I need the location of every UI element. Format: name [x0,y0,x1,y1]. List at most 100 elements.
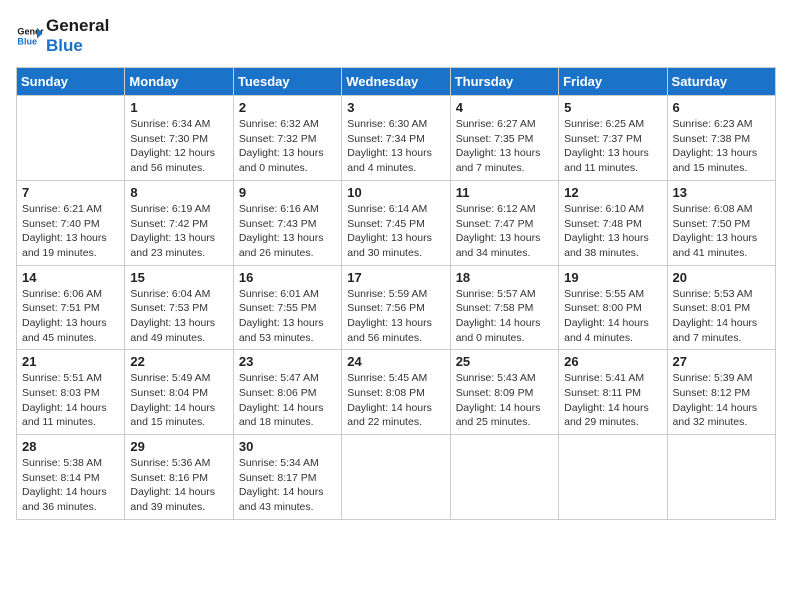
day-number: 20 [673,270,770,285]
calendar-cell: 1 Sunrise: 6:34 AM Sunset: 7:30 PM Daylig… [125,96,233,181]
weekday-header: Thursday [450,68,558,96]
calendar-body: 1 Sunrise: 6:34 AM Sunset: 7:30 PM Daylig… [17,96,776,520]
day-number: 19 [564,270,661,285]
calendar-cell [17,96,125,181]
weekday-header: Saturday [667,68,775,96]
calendar-cell: 14 Sunrise: 6:06 AM Sunset: 7:51 PM Dayli… [17,265,125,350]
day-info: Sunrise: 5:36 AM Sunset: 8:16 PM Dayligh… [130,456,227,515]
day-info: Sunrise: 6:14 AM Sunset: 7:45 PM Dayligh… [347,202,444,261]
calendar-cell: 17Sunrise: 5:59 AM Sunset: 7:56 PM Dayli… [342,265,450,350]
calendar-cell: 30 Sunrise: 5:34 AM Sunset: 8:17 PM Dayli… [233,435,341,520]
day-number: 5 [564,100,661,115]
weekday-header: Friday [559,68,667,96]
day-info: Sunrise: 6:27 AM Sunset: 7:35 PM Dayligh… [456,117,553,176]
day-number: 8 [130,185,227,200]
calendar-cell: 10 Sunrise: 6:14 AM Sunset: 7:45 PM Dayli… [342,180,450,265]
calendar-week-row: 14 Sunrise: 6:06 AM Sunset: 7:51 PM Dayli… [17,265,776,350]
weekday-header: Tuesday [233,68,341,96]
day-info: Sunrise: 5:55 AM Sunset: 8:00 PM Dayligh… [564,287,661,346]
logo: General Blue General Blue [16,16,109,55]
day-number: 4 [456,100,553,115]
day-number: 21 [22,354,119,369]
day-number: 1 [130,100,227,115]
calendar-cell: 15 Sunrise: 6:04 AM Sunset: 7:53 PM Dayli… [125,265,233,350]
calendar-cell: 8Sunrise: 6:19 AM Sunset: 7:42 PM Daylig… [125,180,233,265]
calendar-cell: 29Sunrise: 5:36 AM Sunset: 8:16 PM Dayli… [125,435,233,520]
calendar-week-row: 7 Sunrise: 6:21 AM Sunset: 7:40 PM Daylig… [17,180,776,265]
calendar-cell: 20 Sunrise: 5:53 AM Sunset: 8:01 PM Dayli… [667,265,775,350]
calendar-cell [450,435,558,520]
weekday-header: Monday [125,68,233,96]
calendar-cell: 24 Sunrise: 5:45 AM Sunset: 8:08 PM Dayli… [342,350,450,435]
day-number: 10 [347,185,444,200]
logo-icon: General Blue [16,22,44,50]
day-number: 25 [456,354,553,369]
day-info: Sunrise: 6:21 AM Sunset: 7:40 PM Dayligh… [22,202,119,261]
calendar-cell: 6 Sunrise: 6:23 AM Sunset: 7:38 PM Daylig… [667,96,775,181]
calendar-cell: 11 Sunrise: 6:12 AM Sunset: 7:47 PM Dayli… [450,180,558,265]
day-number: 23 [239,354,336,369]
weekday-header: Wednesday [342,68,450,96]
day-info: Sunrise: 6:32 AM Sunset: 7:32 PM Dayligh… [239,117,336,176]
calendar-cell: 22 Sunrise: 5:49 AM Sunset: 8:04 PM Dayli… [125,350,233,435]
day-number: 24 [347,354,444,369]
day-info: Sunrise: 6:16 AM Sunset: 7:43 PM Dayligh… [239,202,336,261]
calendar-cell [667,435,775,520]
day-info: Sunrise: 5:47 AM Sunset: 8:06 PM Dayligh… [239,371,336,430]
calendar-cell: 5Sunrise: 6:25 AM Sunset: 7:37 PM Daylig… [559,96,667,181]
day-number: 3 [347,100,444,115]
day-info: Sunrise: 6:30 AM Sunset: 7:34 PM Dayligh… [347,117,444,176]
day-number: 11 [456,185,553,200]
calendar-cell: 19 Sunrise: 5:55 AM Sunset: 8:00 PM Dayli… [559,265,667,350]
day-number: 6 [673,100,770,115]
day-info: Sunrise: 6:08 AM Sunset: 7:50 PM Dayligh… [673,202,770,261]
day-info: Sunrise: 6:04 AM Sunset: 7:53 PM Dayligh… [130,287,227,346]
calendar-week-row: 1 Sunrise: 6:34 AM Sunset: 7:30 PM Daylig… [17,96,776,181]
day-info: Sunrise: 5:51 AM Sunset: 8:03 PM Dayligh… [22,371,119,430]
calendar-cell: 12Sunrise: 6:10 AM Sunset: 7:48 PM Dayli… [559,180,667,265]
calendar-cell: 18Sunrise: 5:57 AM Sunset: 7:58 PM Dayli… [450,265,558,350]
day-number: 7 [22,185,119,200]
page-header: General Blue General Blue [16,16,776,55]
calendar-cell: 23 Sunrise: 5:47 AM Sunset: 8:06 PM Dayli… [233,350,341,435]
day-info: Sunrise: 5:49 AM Sunset: 8:04 PM Dayligh… [130,371,227,430]
day-info: Sunrise: 6:12 AM Sunset: 7:47 PM Dayligh… [456,202,553,261]
calendar-cell: 3 Sunrise: 6:30 AM Sunset: 7:34 PM Daylig… [342,96,450,181]
logo-line1: General [46,16,109,36]
day-info: Sunrise: 6:10 AM Sunset: 7:48 PM Dayligh… [564,202,661,261]
calendar-cell: 28Sunrise: 5:38 AM Sunset: 8:14 PM Dayli… [17,435,125,520]
calendar-cell: 13 Sunrise: 6:08 AM Sunset: 7:50 PM Dayli… [667,180,775,265]
calendar-cell: 7 Sunrise: 6:21 AM Sunset: 7:40 PM Daylig… [17,180,125,265]
calendar-cell: 2 Sunrise: 6:32 AM Sunset: 7:32 PM Daylig… [233,96,341,181]
logo-line2: Blue [46,36,109,56]
calendar-cell: 21 Sunrise: 5:51 AM Sunset: 8:03 PM Dayli… [17,350,125,435]
day-number: 9 [239,185,336,200]
day-number: 26 [564,354,661,369]
day-info: Sunrise: 5:59 AM Sunset: 7:56 PM Dayligh… [347,287,444,346]
calendar-header-row: SundayMondayTuesdayWednesdayThursdayFrid… [17,68,776,96]
day-number: 13 [673,185,770,200]
day-number: 30 [239,439,336,454]
day-number: 14 [22,270,119,285]
calendar-cell: 9 Sunrise: 6:16 AM Sunset: 7:43 PM Daylig… [233,180,341,265]
day-info: Sunrise: 5:41 AM Sunset: 8:11 PM Dayligh… [564,371,661,430]
day-number: 15 [130,270,227,285]
day-info: Sunrise: 6:34 AM Sunset: 7:30 PM Dayligh… [130,117,227,176]
day-number: 22 [130,354,227,369]
day-info: Sunrise: 5:38 AM Sunset: 8:14 PM Dayligh… [22,456,119,515]
calendar-cell: 26 Sunrise: 5:41 AM Sunset: 8:11 PM Dayli… [559,350,667,435]
day-info: Sunrise: 6:23 AM Sunset: 7:38 PM Dayligh… [673,117,770,176]
calendar-cell [559,435,667,520]
calendar-cell [342,435,450,520]
calendar-cell: 4 Sunrise: 6:27 AM Sunset: 7:35 PM Daylig… [450,96,558,181]
day-number: 27 [673,354,770,369]
calendar-cell: 25 Sunrise: 5:43 AM Sunset: 8:09 PM Dayli… [450,350,558,435]
calendar-cell: 27Sunrise: 5:39 AM Sunset: 8:12 PM Dayli… [667,350,775,435]
day-number: 16 [239,270,336,285]
day-info: Sunrise: 5:43 AM Sunset: 8:09 PM Dayligh… [456,371,553,430]
day-number: 2 [239,100,336,115]
day-info: Sunrise: 6:06 AM Sunset: 7:51 PM Dayligh… [22,287,119,346]
day-info: Sunrise: 5:45 AM Sunset: 8:08 PM Dayligh… [347,371,444,430]
day-info: Sunrise: 5:53 AM Sunset: 8:01 PM Dayligh… [673,287,770,346]
day-info: Sunrise: 5:34 AM Sunset: 8:17 PM Dayligh… [239,456,336,515]
